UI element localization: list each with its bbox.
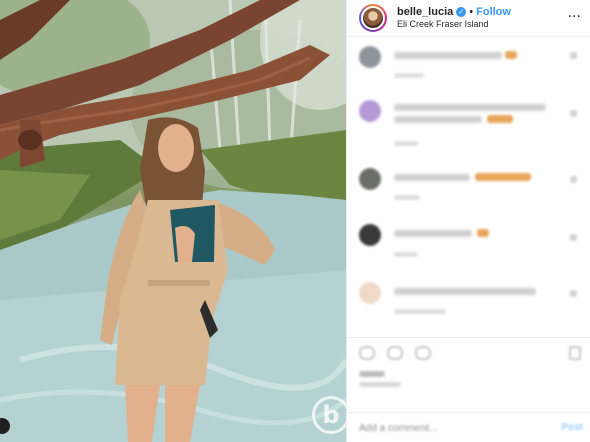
- comment-bubble-icon[interactable]: [387, 346, 403, 360]
- comment-avatar[interactable]: [359, 46, 381, 68]
- post-actions-bar: [347, 337, 590, 367]
- comment-like-icon[interactable]: [570, 110, 577, 117]
- add-comment-input[interactable]: [359, 421, 539, 435]
- location-link[interactable]: Eli Creek Fraser Island: [397, 18, 511, 30]
- comment-meta: [394, 195, 420, 200]
- comment-avatar[interactable]: [359, 168, 381, 190]
- post-timestamp: [359, 382, 401, 387]
- comment-avatar[interactable]: [359, 100, 381, 122]
- post-side-panel: belle_lucia ✓ • Follow Eli Creek Fraser …: [346, 0, 590, 442]
- comment-emoji: [487, 115, 513, 123]
- avatar-image: [361, 6, 385, 30]
- add-comment-bar: Post: [347, 412, 590, 442]
- share-icon[interactable]: [415, 346, 431, 360]
- follow-button[interactable]: Follow: [476, 6, 511, 18]
- watermark-logo: b: [312, 396, 346, 434]
- save-bookmark-icon[interactable]: [569, 346, 581, 360]
- comment-meta: [394, 73, 424, 78]
- comment-text: [394, 288, 536, 295]
- username-link[interactable]: belle_lucia: [397, 6, 453, 18]
- user-line: belle_lucia ✓ • Follow: [397, 6, 511, 18]
- profile-avatar[interactable]: [359, 4, 387, 32]
- comment-text: [394, 104, 546, 111]
- comment-meta: [394, 252, 418, 257]
- comment-meta: [394, 141, 418, 146]
- comment-text: [394, 230, 472, 237]
- verified-badge-icon: ✓: [456, 7, 467, 17]
- comment-emoji: [475, 173, 531, 181]
- more-options-icon[interactable]: ···: [568, 9, 581, 25]
- comments-list: [347, 37, 590, 335]
- like-heart-icon[interactable]: [359, 346, 375, 360]
- user-info: belle_lucia ✓ • Follow Eli Creek Fraser …: [397, 6, 511, 30]
- comment-avatar[interactable]: [359, 224, 381, 246]
- post-header: belle_lucia ✓ • Follow Eli Creek Fraser …: [347, 0, 590, 37]
- comment-meta: [394, 309, 446, 314]
- separator-dot: •: [469, 6, 474, 18]
- comment-text: [394, 52, 502, 59]
- comment-avatar[interactable]: [359, 282, 381, 304]
- comment-emoji: [505, 51, 517, 59]
- post-photo[interactable]: b: [0, 0, 346, 442]
- comment-like-icon[interactable]: [570, 52, 577, 59]
- likes-count[interactable]: [359, 371, 385, 377]
- comment-like-icon[interactable]: [570, 234, 577, 241]
- comment-like-icon[interactable]: [570, 176, 577, 183]
- comment-text: [394, 116, 482, 123]
- comment-emoji: [477, 229, 489, 237]
- post-comment-button[interactable]: Post: [561, 422, 583, 433]
- comment-text: [394, 174, 470, 181]
- photo-illustration: [0, 0, 346, 442]
- comment-like-icon[interactable]: [570, 290, 577, 297]
